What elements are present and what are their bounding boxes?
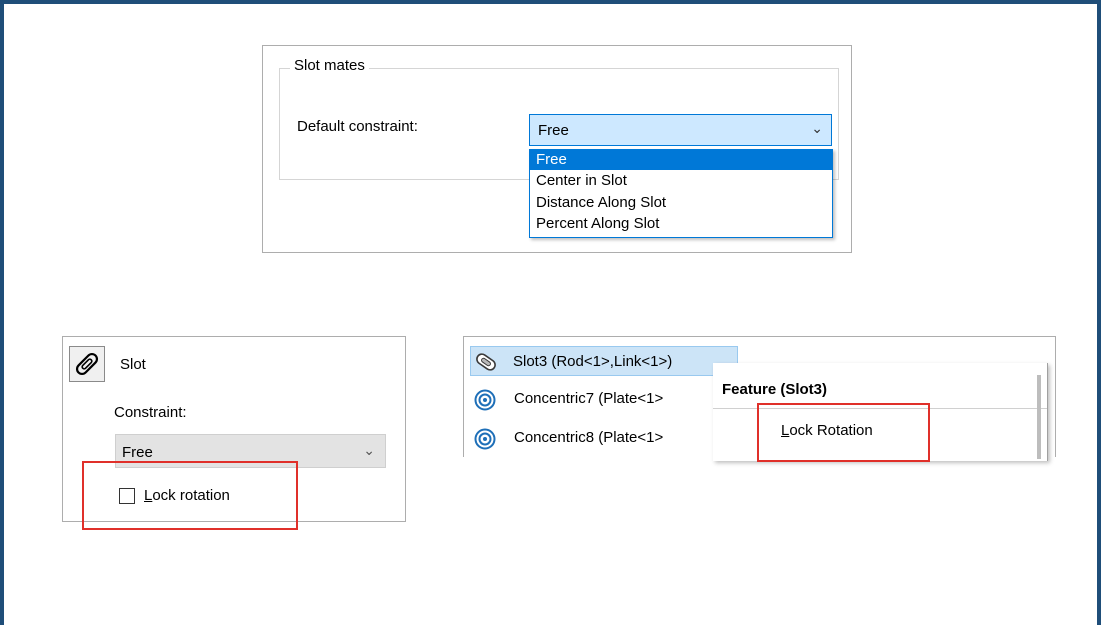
default-constraint-value: Free	[538, 122, 569, 139]
concentric-icon	[474, 428, 496, 450]
default-constraint-dropdown-list: Free Center in Slot Distance Along Slot …	[529, 149, 833, 238]
constraint-label: Constraint:	[114, 404, 187, 421]
chevron-down-icon: ⌄	[811, 120, 823, 136]
tree-item-label: Concentric7 (Plate<1>	[514, 390, 664, 407]
slot-mates-group-title: Slot mates	[290, 57, 369, 74]
slot-mates-panel: Slot mates Default constraint: Free ⌄ Fr…	[262, 45, 852, 253]
default-constraint-select[interactable]: Free ⌄	[529, 114, 832, 146]
concentric-icon	[474, 389, 496, 411]
dropdown-option-free[interactable]: Free	[530, 150, 832, 170]
dropdown-option-percent-along-slot[interactable]: Percent Along Slot	[530, 214, 832, 234]
context-menu-title: Feature (Slot3)	[722, 381, 828, 398]
tree-item-label: Concentric8 (Plate<1>	[514, 429, 664, 446]
tree-item-slot3[interactable]: Slot3 (Rod<1>,Link<1>)	[470, 346, 738, 376]
dropdown-option-center-in-slot[interactable]: Center in Slot	[530, 171, 832, 191]
constraint-value: Free	[122, 444, 153, 461]
chevron-down-icon: ⌄	[363, 442, 375, 458]
slot-mate-icon	[476, 353, 496, 371]
slot-mate-icon	[75, 352, 99, 376]
slot-mate-button[interactable]	[69, 346, 105, 382]
dropdown-option-distance-along-slot[interactable]: Distance Along Slot	[530, 193, 832, 213]
highlight-box-lock-rotation	[82, 461, 298, 530]
tree-item-label: Slot3 (Rod<1>,Link<1>)	[513, 353, 673, 370]
scrollbar[interactable]	[1037, 375, 1041, 459]
highlight-box-menu-lock-rotation	[757, 403, 930, 462]
slot-title: Slot	[120, 356, 146, 373]
default-constraint-label: Default constraint:	[297, 118, 418, 135]
